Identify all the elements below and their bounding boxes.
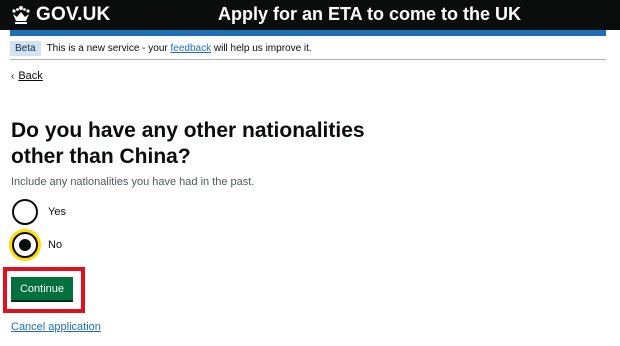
govuk-logo-link[interactable]: GOV.UK (10, 3, 110, 27)
page-title: Do you have any other nationalities othe… (11, 119, 365, 168)
chevron-left-icon: ‹ (11, 70, 15, 82)
service-name[interactable]: Apply for an ETA to come to the UK (218, 4, 521, 25)
radio-button-yes[interactable] (12, 199, 38, 225)
crown-icon (10, 5, 32, 25)
phase-text-after: will help us improve it. (211, 42, 312, 54)
site-header: GOV.UK Apply for an ETA to come to the U… (0, 0, 620, 30)
radio-label-no[interactable]: No (48, 239, 62, 251)
cancel-application-link[interactable]: Cancel application (11, 321, 101, 333)
radio-option-no[interactable]: No (12, 232, 62, 258)
back-link[interactable]: ‹ Back (11, 70, 43, 82)
phase-banner: Beta This is a new service - your feedba… (10, 37, 606, 60)
logo-text: GOV.UK (36, 4, 111, 25)
radio-option-yes[interactable]: Yes (12, 199, 66, 225)
phase-tag: Beta (10, 40, 41, 56)
phase-text-before: This is a new service - your (46, 42, 171, 54)
phase-banner-text: This is a new service - your feedback wi… (47, 43, 312, 54)
radio-label-yes[interactable]: Yes (48, 206, 66, 218)
hint-text: Include any nationalities you have had i… (11, 176, 255, 188)
radio-button-no[interactable] (12, 232, 38, 258)
feedback-link[interactable]: feedback (171, 43, 212, 54)
continue-button[interactable]: Continue (11, 277, 73, 300)
back-link-label: Back (18, 70, 43, 82)
header-rule (10, 30, 606, 36)
